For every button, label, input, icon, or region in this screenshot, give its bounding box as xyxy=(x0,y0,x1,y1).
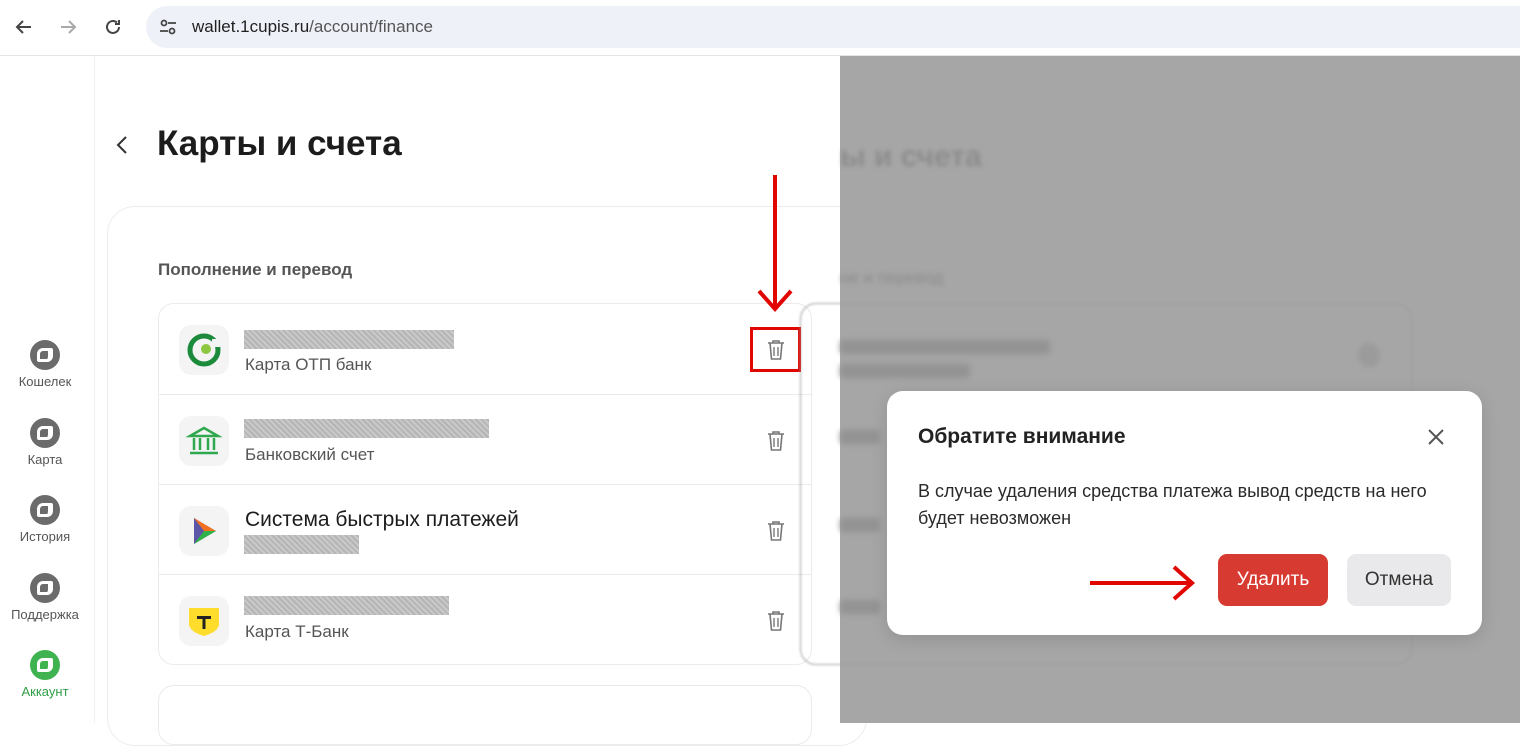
url-text: wallet.1cupis.ru/account/finance xyxy=(192,17,433,37)
masked-number xyxy=(244,330,454,349)
back-chevron-icon[interactable] xyxy=(112,131,132,159)
t-bank-logo xyxy=(179,596,229,646)
rail-item-label: Карта xyxy=(27,452,63,467)
support-icon xyxy=(30,573,60,603)
dialog-message: В случае удаления средства платежа вывод… xyxy=(918,481,1427,528)
side-rail xyxy=(0,56,95,723)
annotation-arrow-down xyxy=(757,175,793,313)
forward-icon[interactable] xyxy=(53,12,83,42)
blurred-title: ы и счета xyxy=(840,140,982,173)
rail-item-wallet[interactable]: Кошелек xyxy=(0,340,90,389)
payment-methods-list: Карта ОТП банк Банковский счет Система б… xyxy=(158,303,812,665)
rail-item-label: Кошелек xyxy=(18,374,72,389)
list-item[interactable]: Система быстрых платежей xyxy=(159,484,811,574)
method-subtitle: Банковский счет xyxy=(245,445,375,464)
annotation-arrow-right xyxy=(1090,565,1196,601)
dialog-title: Обратите внимание xyxy=(918,425,1126,448)
trash-icon[interactable] xyxy=(765,519,787,543)
sbp-logo xyxy=(179,506,229,556)
rail-item-label: История xyxy=(19,529,71,544)
url-path: /account/finance xyxy=(309,17,433,36)
blurred-trash-icon xyxy=(1358,343,1380,367)
rail-item-label: Аккаунт xyxy=(21,684,69,699)
highlight-box xyxy=(750,327,801,372)
blurred-line xyxy=(840,430,880,444)
rail-item-history[interactable]: История xyxy=(0,495,90,544)
reload-icon[interactable] xyxy=(98,12,128,42)
blurred-line xyxy=(840,518,880,532)
cancel-button[interactable]: Отмена xyxy=(1347,554,1451,606)
url-host: wallet.1cupis.ru xyxy=(192,17,310,36)
section-label: Пополнение и перевод xyxy=(158,260,353,279)
method-subtitle: Карта ОТП банк xyxy=(245,355,372,374)
blurred-section-label: не и перевод xyxy=(840,268,944,287)
delete-button[interactable]: Удалить xyxy=(1218,554,1328,606)
address-bar[interactable]: wallet.1cupis.ru/account/finance xyxy=(146,6,1520,48)
rail-item-card[interactable]: Карта xyxy=(0,418,90,467)
back-icon[interactable] xyxy=(9,12,39,42)
bank-building-logo xyxy=(179,416,229,466)
rail-item-support[interactable]: Поддержка xyxy=(0,573,90,622)
account-icon xyxy=(30,650,60,680)
blurred-line xyxy=(840,340,1050,354)
trash-icon[interactable] xyxy=(765,609,787,633)
site-settings-icon[interactable] xyxy=(158,17,178,37)
close-icon[interactable] xyxy=(1426,427,1446,447)
masked-number xyxy=(244,419,489,438)
list-item[interactable]: Банковский счет xyxy=(159,394,811,484)
next-section-list xyxy=(158,685,812,745)
blurred-line xyxy=(840,364,970,378)
history-icon xyxy=(30,495,60,525)
masked-number xyxy=(244,596,449,615)
otp-bank-logo xyxy=(179,325,229,375)
list-item[interactable]: Карта ОТП банк xyxy=(159,304,811,394)
card-icon xyxy=(30,418,60,448)
list-item[interactable]: Карта Т-Банк xyxy=(159,574,811,664)
rail-item-label: Поддержка xyxy=(11,607,79,622)
wallet-icon xyxy=(30,340,60,370)
page-title: Карты и счета xyxy=(157,124,402,163)
trash-icon[interactable] xyxy=(765,429,787,453)
rail-item-account[interactable]: Аккаунт xyxy=(0,650,90,699)
masked-number xyxy=(244,535,359,554)
method-title: Система быстрых платежей xyxy=(245,508,519,531)
method-subtitle: Карта Т-Банк xyxy=(245,622,349,641)
browser-toolbar: wallet.1cupis.ru/account/finance xyxy=(0,0,1520,56)
blurred-line xyxy=(840,600,880,614)
